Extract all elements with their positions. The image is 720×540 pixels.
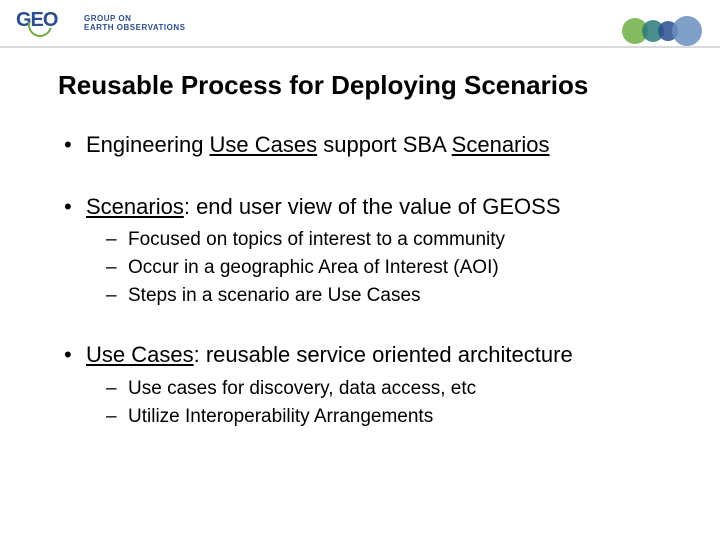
slide-title: Reusable Process for Deploying Scenarios: [58, 70, 588, 101]
header-dots-graphic: [628, 16, 702, 46]
sub-bullet-item: Focused on topics of interest to a commu…: [106, 227, 680, 253]
geo-logo: GEO GROUP ON EARTH OBSERVATIONS: [16, 10, 185, 38]
text: Engineering: [86, 132, 210, 157]
sub-bullet-list: Focused on topics of interest to a commu…: [106, 227, 680, 308]
slide: GEO GROUP ON EARTH OBSERVATIONS Reusable…: [0, 0, 720, 540]
bullet-item: Use Cases: reusable service oriented arc…: [62, 340, 680, 429]
geo-logo-mark: GEO: [16, 10, 76, 38]
sub-bullet-list: Use cases for discovery, data access, et…: [106, 376, 680, 429]
header-divider: [0, 46, 720, 48]
logo-text-line2: EARTH OBSERVATIONS: [84, 24, 185, 33]
text: : end user view of the value of GEOSS: [184, 194, 561, 219]
dot-icon: [672, 16, 702, 46]
text: support SBA: [317, 132, 452, 157]
sub-bullet-item: Occur in a geographic Area of Interest (…: [106, 255, 680, 281]
text: : reusable service oriented architecture: [194, 342, 573, 367]
sub-bullet-item: Utilize Interoperability Arrangements: [106, 404, 680, 430]
sub-bullet-item: Use cases for discovery, data access, et…: [106, 376, 680, 402]
underlined-text: Use Cases: [210, 132, 318, 157]
underlined-text: Use Cases: [86, 342, 194, 367]
bullet-item: Engineering Use Cases support SBA Scenar…: [62, 130, 680, 160]
logo-text-block: GROUP ON EARTH OBSERVATIONS: [84, 15, 185, 33]
sub-bullet-item: Steps in a scenario are Use Cases: [106, 283, 680, 309]
bullet-list: Engineering Use Cases support SBA Scenar…: [62, 130, 680, 429]
slide-body: Engineering Use Cases support SBA Scenar…: [62, 130, 680, 451]
slide-header: GEO GROUP ON EARTH OBSERVATIONS: [0, 6, 720, 46]
underlined-text: Scenarios: [86, 194, 184, 219]
bullet-item: Scenarios: end user view of the value of…: [62, 192, 680, 309]
underlined-text: Scenarios: [452, 132, 550, 157]
